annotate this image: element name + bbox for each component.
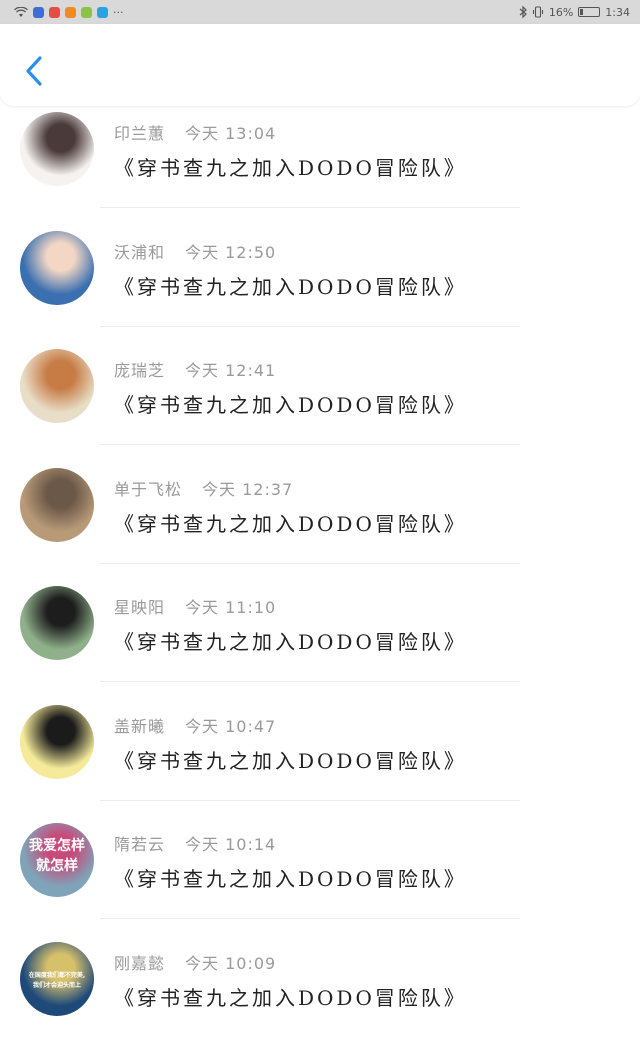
avatar[interactable] (20, 467, 94, 542)
timestamp: 今天 10:09 (185, 953, 277, 973)
sender-name: 星映阳 (114, 598, 166, 617)
app-icon-cyan (97, 6, 108, 18)
message-text: 《穿书查九之加入DODO冒险队》 (114, 156, 467, 180)
status-bar-right: 16% 1:34 (519, 4, 630, 20)
list-item[interactable]: 庞瑞芝 今天 12:41 《穿书查九之加入DODO冒险队》 (0, 343, 640, 461)
battery-icon (578, 7, 601, 17)
app-icon-blue (33, 6, 44, 18)
status-bar-left: ··· (14, 4, 124, 20)
app-icon-orange (65, 6, 76, 18)
timestamp: 今天 12:41 (185, 361, 277, 380)
sender-name: 盖新曦 (114, 716, 166, 736)
clock: 1:34 (605, 5, 630, 19)
item-meta: 印兰蕙 今天 13:04 (114, 120, 276, 144)
avatar[interactable] (20, 230, 94, 305)
message-text: 《穿书查九之加入DODO冒险队》 (114, 630, 467, 654)
header (0, 24, 640, 106)
divider (100, 444, 520, 445)
list-item[interactable]: 沃浦和 今天 12:50 《穿书查九之加入DODO冒险队》 (0, 225, 640, 343)
avatar-text: 就怎样 (36, 858, 78, 874)
back-button[interactable] (20, 52, 50, 92)
app-icon-red (49, 6, 60, 18)
sender-name: 庞瑞芝 (114, 361, 166, 380)
item-meta: 庞瑞芝 今天 12:41 (114, 357, 276, 381)
avatar-text: 我爱怎样 (29, 838, 85, 854)
message-text: 《穿书查九之加入DODO冒险队》 (114, 985, 467, 1010)
list-item[interactable]: 盖新曦 今天 10:47 《穿书查九之加入DODO冒险队》 (0, 699, 640, 817)
item-meta: 隋若云 今天 10:14 (114, 831, 276, 855)
vibrate-icon (532, 6, 543, 18)
message-text: 《穿书查九之加入DODO冒险队》 (114, 748, 467, 773)
list-item[interactable]: 单于飞松 今天 12:37 《穿书查九之加入DODO冒险队》 (0, 462, 640, 580)
sender-name: 单于飞松 (114, 479, 183, 499)
divider (100, 681, 520, 682)
more-notifications-icon: ··· (113, 5, 124, 19)
timestamp: 今天 13:04 (185, 124, 277, 143)
avatar[interactable]: 在国度我们都不完美, 我们才会迎头而上 (20, 941, 94, 1016)
divider (100, 325, 520, 327)
item-meta: 沃浦和 今天 12:50 (114, 239, 276, 263)
list-item[interactable]: 印兰蕙 今天 13:04 《穿书查九之加入DODO冒险队》 (0, 106, 640, 224)
list-item[interactable]: 在国度我们都不完美, 我们才会迎头而上 刚嘉懿 今天 10:09 《穿书查九之加入DOD… (0, 936, 640, 1054)
timestamp: 今天 12:50 (185, 242, 277, 262)
avatar[interactable] (20, 112, 94, 186)
divider (100, 207, 520, 208)
divider (100, 562, 520, 564)
avatar-text: 在国度我们都不完美, (28, 971, 86, 979)
avatar[interactable]: 我爱怎样 就怎样 (20, 823, 94, 897)
sender-name: 沃浦和 (114, 242, 166, 262)
item-meta: 星映阳 今天 11:10 (114, 594, 276, 618)
app-icon-green (81, 6, 92, 18)
battery-percent: 16% (548, 5, 574, 19)
message-text: 《穿书查九之加入DODO冒险队》 (114, 511, 467, 536)
sender-name: 刚嘉懿 (114, 953, 166, 973)
item-meta: 盖新曦 今天 10:47 (114, 713, 276, 737)
list-item[interactable]: 我爱怎样 就怎样 隋若云 今天 10:14 《穿书查九之加入DODO冒险队》 (0, 817, 640, 935)
list-item[interactable]: 星映阳 今天 11:10 《穿书查九之加入DODO冒险队》 (0, 580, 640, 698)
sender-name: 隋若云 (114, 835, 166, 854)
message-text: 《穿书查九之加入DODO冒险队》 (114, 274, 467, 299)
divider (100, 918, 520, 919)
chevron-left-icon (26, 56, 42, 86)
bluetooth-icon (519, 6, 527, 18)
timestamp: 今天 10:14 (185, 835, 277, 854)
avatar[interactable] (20, 704, 94, 779)
message-text: 《穿书查九之加入DODO冒险队》 (114, 867, 467, 891)
avatar[interactable] (20, 349, 94, 423)
wifi-icon (14, 6, 28, 17)
sender-name: 印兰蕙 (114, 124, 166, 143)
message-text: 《穿书查九之加入DODO冒险队》 (114, 393, 467, 417)
timestamp: 今天 10:47 (185, 716, 277, 736)
status-bar: ··· 16% 1:34 (0, 0, 640, 24)
battery-level (580, 9, 584, 15)
avatar[interactable] (20, 586, 94, 660)
item-meta: 刚嘉懿 今天 10:09 (114, 950, 276, 974)
item-meta: 单于飞松 今天 12:37 (114, 476, 293, 500)
divider (100, 799, 520, 801)
avatar-text: 我们才会迎头而上 (32, 981, 81, 989)
timestamp: 今天 11:10 (185, 598, 277, 617)
timestamp: 今天 12:37 (202, 479, 294, 499)
